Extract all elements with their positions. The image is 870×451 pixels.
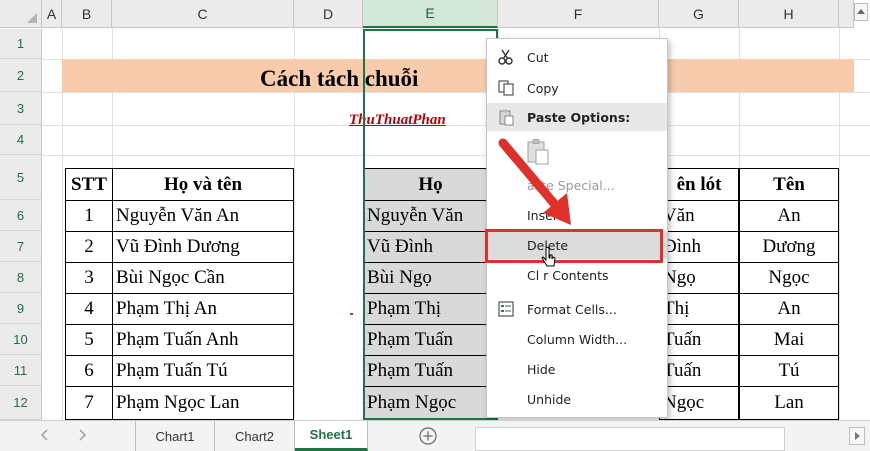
row-header-8[interactable]: 8 xyxy=(0,262,42,293)
cell-stt[interactable]: 1 xyxy=(65,200,113,232)
scroll-up-button[interactable] xyxy=(854,3,868,21)
column-header-e[interactable]: E xyxy=(363,0,498,28)
tab-scroll-right-icon[interactable] xyxy=(77,429,87,444)
select-all-corner[interactable] xyxy=(0,0,42,28)
menu-label-paste-options: Paste Options: xyxy=(527,109,631,125)
cell-ten[interactable]: Tú xyxy=(739,355,839,387)
column-header-b[interactable]: B xyxy=(62,0,112,28)
cell-ho-va-ten[interactable]: Phạm Tuấn Tú xyxy=(112,355,294,387)
cell-stt[interactable]: 6 xyxy=(65,355,113,387)
menu-item-cut[interactable]: Cut xyxy=(487,43,667,71)
cell-ho-va-ten[interactable]: Nguyễn Văn An xyxy=(112,200,294,232)
cell-ten-lot[interactable]: Tuấn xyxy=(659,355,739,387)
scroll-right-button[interactable] xyxy=(849,427,865,445)
row-header-11[interactable]: 11 xyxy=(0,355,42,386)
menu-label-unhide: Unhide xyxy=(527,391,572,407)
row-header-1[interactable]: 1 xyxy=(0,29,42,59)
column-e-selection xyxy=(363,29,498,420)
row-header-5[interactable]: 5 xyxy=(0,155,42,200)
header-stt[interactable]: STT xyxy=(65,168,113,201)
row-header-4[interactable]: 4 xyxy=(0,125,42,155)
tab-scroll-left-icon[interactable] xyxy=(40,429,50,444)
cell-ho-va-ten[interactable]: Bùi Ngọc Cần xyxy=(112,262,294,294)
menu-label-cut: Cut xyxy=(527,49,549,65)
scissors-icon xyxy=(497,48,515,66)
cell-stt[interactable]: 7 xyxy=(65,386,113,420)
column-header-g[interactable]: G xyxy=(659,0,739,28)
cell-ho-va-ten[interactable]: Phạm Thị An xyxy=(112,293,294,325)
cell-ten[interactable]: Lan xyxy=(739,386,839,420)
cell-ten-lot[interactable]: Văn xyxy=(659,200,739,232)
menu-label-clear-contents: Cl r Contents xyxy=(527,267,609,283)
header-ten-lot[interactable]: ên lót xyxy=(659,168,739,201)
menu-item-hide[interactable]: Hide xyxy=(487,355,667,383)
cell-ho-va-ten[interactable]: Phạm Ngọc Lan xyxy=(112,386,294,420)
add-sheet-icon[interactable] xyxy=(418,426,438,449)
cell-ho-va-ten[interactable]: Phạm Tuấn Anh xyxy=(112,324,294,356)
copy-icon xyxy=(497,79,515,97)
tab-chart1[interactable]: Chart1 xyxy=(135,421,215,451)
menu-item-format-cells[interactable]: Format Cells... xyxy=(487,295,667,323)
cell-stt[interactable]: 3 xyxy=(65,262,113,294)
cell-ten-lot[interactable]: Tuấn xyxy=(659,324,739,356)
red-arrow-icon xyxy=(498,138,571,225)
row-header-12[interactable]: 12 xyxy=(0,386,42,420)
column-header-c[interactable]: C xyxy=(112,0,294,28)
header-ho-va-ten[interactable]: Họ và tên xyxy=(112,168,294,201)
spreadsheet-grid[interactable]: A B C D E F G H 1 2 3 4 5 6 7 8 9 10 11 … xyxy=(0,0,870,420)
paste-icon xyxy=(497,108,515,126)
header-ten[interactable]: Tên xyxy=(739,168,839,201)
cell-ten[interactable]: Ngọc xyxy=(739,262,839,294)
column-header-d[interactable]: D xyxy=(294,0,363,28)
column-header-f[interactable]: F xyxy=(498,0,659,28)
menu-label-column-width: Column Width... xyxy=(527,331,628,347)
menu-item-unhide[interactable]: Unhide xyxy=(487,385,667,413)
row-header-3[interactable]: 3 xyxy=(0,92,42,125)
tab-sheet1[interactable]: Sheet1 xyxy=(295,421,368,451)
column-header-blank xyxy=(839,0,854,28)
format-cells-icon xyxy=(497,300,515,318)
column-header-h[interactable]: H xyxy=(739,0,839,28)
stray-mark xyxy=(350,313,353,315)
cell-ho-va-ten[interactable]: Vũ Đình Dương xyxy=(112,231,294,263)
cell-stt[interactable]: 2 xyxy=(65,231,113,263)
cell-stt[interactable]: 4 xyxy=(65,293,113,325)
row-header-7[interactable]: 7 xyxy=(0,231,42,262)
cell-stt[interactable]: 5 xyxy=(65,324,113,356)
row-header-9[interactable]: 9 xyxy=(0,293,42,324)
cell-ten-lot[interactable]: Ngọ xyxy=(659,262,739,294)
cell-ten-lot[interactable]: Thị xyxy=(659,293,739,325)
cell-ten[interactable]: An xyxy=(739,293,839,325)
tab-chart2[interactable]: Chart2 xyxy=(215,421,295,451)
menu-label-hide: Hide xyxy=(527,361,556,377)
delete-highlight-box xyxy=(485,229,663,263)
sheet-tab-bar: Chart1 Chart2 Sheet1 xyxy=(0,420,870,451)
cell-ten[interactable]: Dương xyxy=(739,231,839,263)
mini-toolbar[interactable] xyxy=(475,427,785,451)
menu-item-column-width[interactable]: Column Width... xyxy=(487,325,667,353)
cell-ten-lot[interactable]: Đình xyxy=(659,231,739,263)
cell-ten[interactable]: An xyxy=(739,200,839,232)
row-header-10[interactable]: 10 xyxy=(0,324,42,355)
menu-header-paste-options: Paste Options: xyxy=(487,103,667,131)
row-header-6[interactable]: 6 xyxy=(0,200,42,231)
menu-item-copy[interactable]: Copy xyxy=(487,74,667,102)
menu-item-clear-contents[interactable]: Cl r Contents xyxy=(487,261,667,289)
cell-ten[interactable]: Mai xyxy=(739,324,839,356)
cell-ten-lot[interactable]: Ngọc xyxy=(659,386,739,420)
mouse-cursor-icon xyxy=(541,246,556,267)
column-header-a[interactable]: A xyxy=(42,0,62,28)
menu-label-copy: Copy xyxy=(527,80,559,96)
row-header-2[interactable]: 2 xyxy=(0,59,42,92)
menu-label-format-cells: Format Cells... xyxy=(527,301,617,317)
